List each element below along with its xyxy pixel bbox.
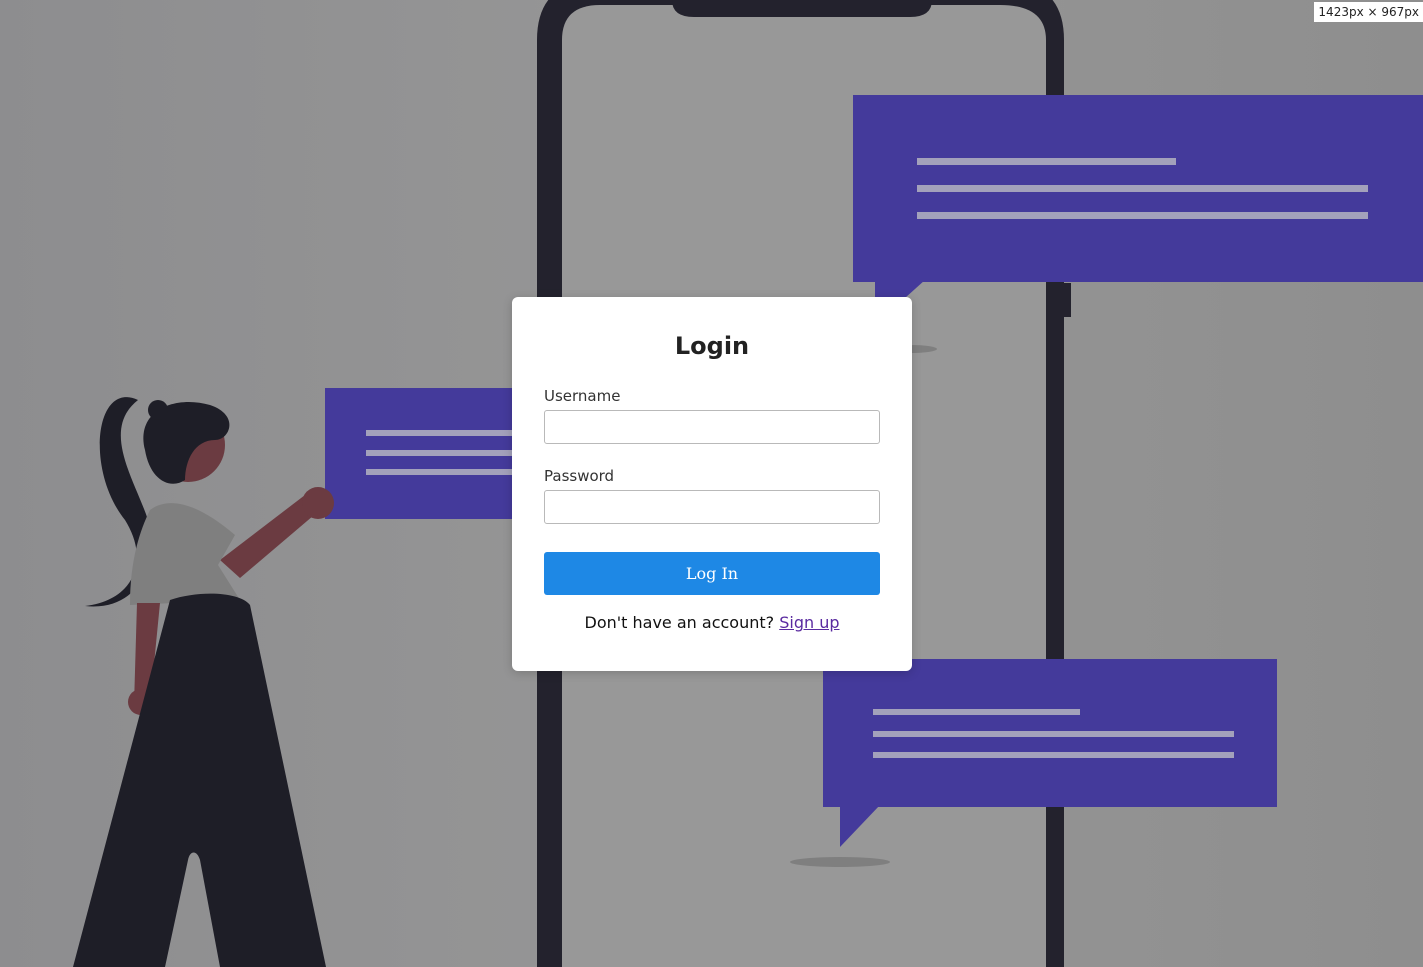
signup-prompt: Don't have an account? Sign up (544, 613, 880, 632)
login-page: 1423px × 967px Login Username Password L… (0, 0, 1423, 967)
login-card: Login Username Password Log In Don't hav… (512, 297, 912, 671)
login-button[interactable]: Log In (544, 552, 880, 595)
signup-link[interactable]: Sign up (779, 613, 839, 632)
viewport-size-badge: 1423px × 967px (1314, 2, 1423, 22)
login-title: Login (674, 332, 750, 360)
username-input[interactable] (544, 410, 880, 444)
speech-bubble-icon (325, 388, 535, 519)
username-label: Username (544, 387, 621, 405)
signup-prompt-text: Don't have an account? (584, 613, 775, 632)
password-input[interactable] (544, 490, 880, 524)
password-label: Password (544, 467, 615, 485)
